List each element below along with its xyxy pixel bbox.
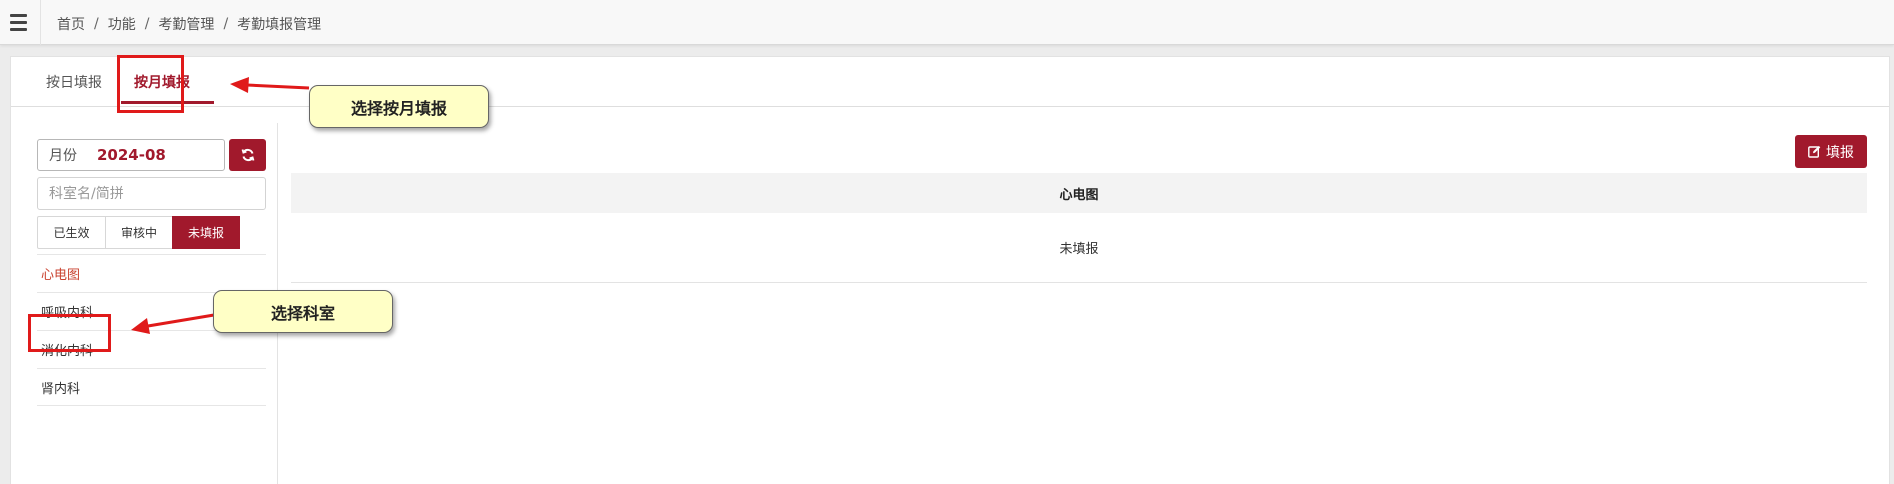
hamburger-icon[interactable]	[6, 9, 30, 35]
top-header: 首页 / 功能 / 考勤管理 / 考勤填报管理	[0, 0, 1894, 45]
breadcrumb-current: 考勤填报管理	[237, 17, 322, 33]
breadcrumb-separator: /	[94, 16, 99, 32]
filter-unfilled-button[interactable]: 未填报	[172, 216, 240, 249]
content-area: 填报 心电图 未填报	[291, 123, 1881, 484]
filter-reviewing-button[interactable]: 审核中	[105, 216, 173, 249]
fill-report-button[interactable]: 填报	[1795, 135, 1867, 168]
department-highlight-box	[28, 314, 111, 352]
month-label: 月份	[49, 148, 77, 164]
breadcrumb: 首页 / 功能 / 考勤管理 / 考勤填报管理	[57, 14, 321, 34]
breadcrumb-separator: /	[144, 16, 150, 32]
month-value: 2024-08	[97, 146, 166, 164]
tab-highlight-box	[117, 55, 184, 113]
header-divider	[40, 0, 41, 45]
main-panel: 按日填报 按月填报 月份 2024-08 已生效 审核中 未填报 心电图 呼吸内…	[10, 56, 1890, 484]
status-filter-group: 已生效 审核中 未填报	[37, 216, 240, 249]
month-picker[interactable]: 月份 2024-08	[37, 139, 225, 171]
refresh-icon	[241, 148, 254, 162]
refresh-button[interactable]	[229, 139, 266, 171]
breadcrumb-function[interactable]: 功能	[108, 14, 136, 34]
tab-callout: 选择按月填报	[309, 85, 489, 128]
tab-daily[interactable]: 按日填报	[46, 72, 102, 92]
breadcrumb-home[interactable]: 首页	[57, 14, 85, 34]
table-cell-status: 未填报	[291, 213, 1867, 283]
department-item-ecg[interactable]: 心电图	[37, 254, 266, 292]
breadcrumb-separator: /	[223, 16, 229, 32]
edit-icon	[1808, 145, 1821, 158]
fill-report-label: 填报	[1826, 144, 1854, 161]
department-item-nephrology[interactable]: 肾内科	[37, 368, 266, 406]
filter-effective-button[interactable]: 已生效	[37, 216, 106, 249]
breadcrumb-attendance[interactable]: 考勤管理	[158, 14, 214, 34]
department-callout: 选择科室	[213, 290, 393, 333]
department-search-input[interactable]	[37, 177, 266, 210]
tab-bar: 按日填报 按月填报	[11, 57, 1889, 107]
table-header: 心电图	[291, 173, 1867, 213]
